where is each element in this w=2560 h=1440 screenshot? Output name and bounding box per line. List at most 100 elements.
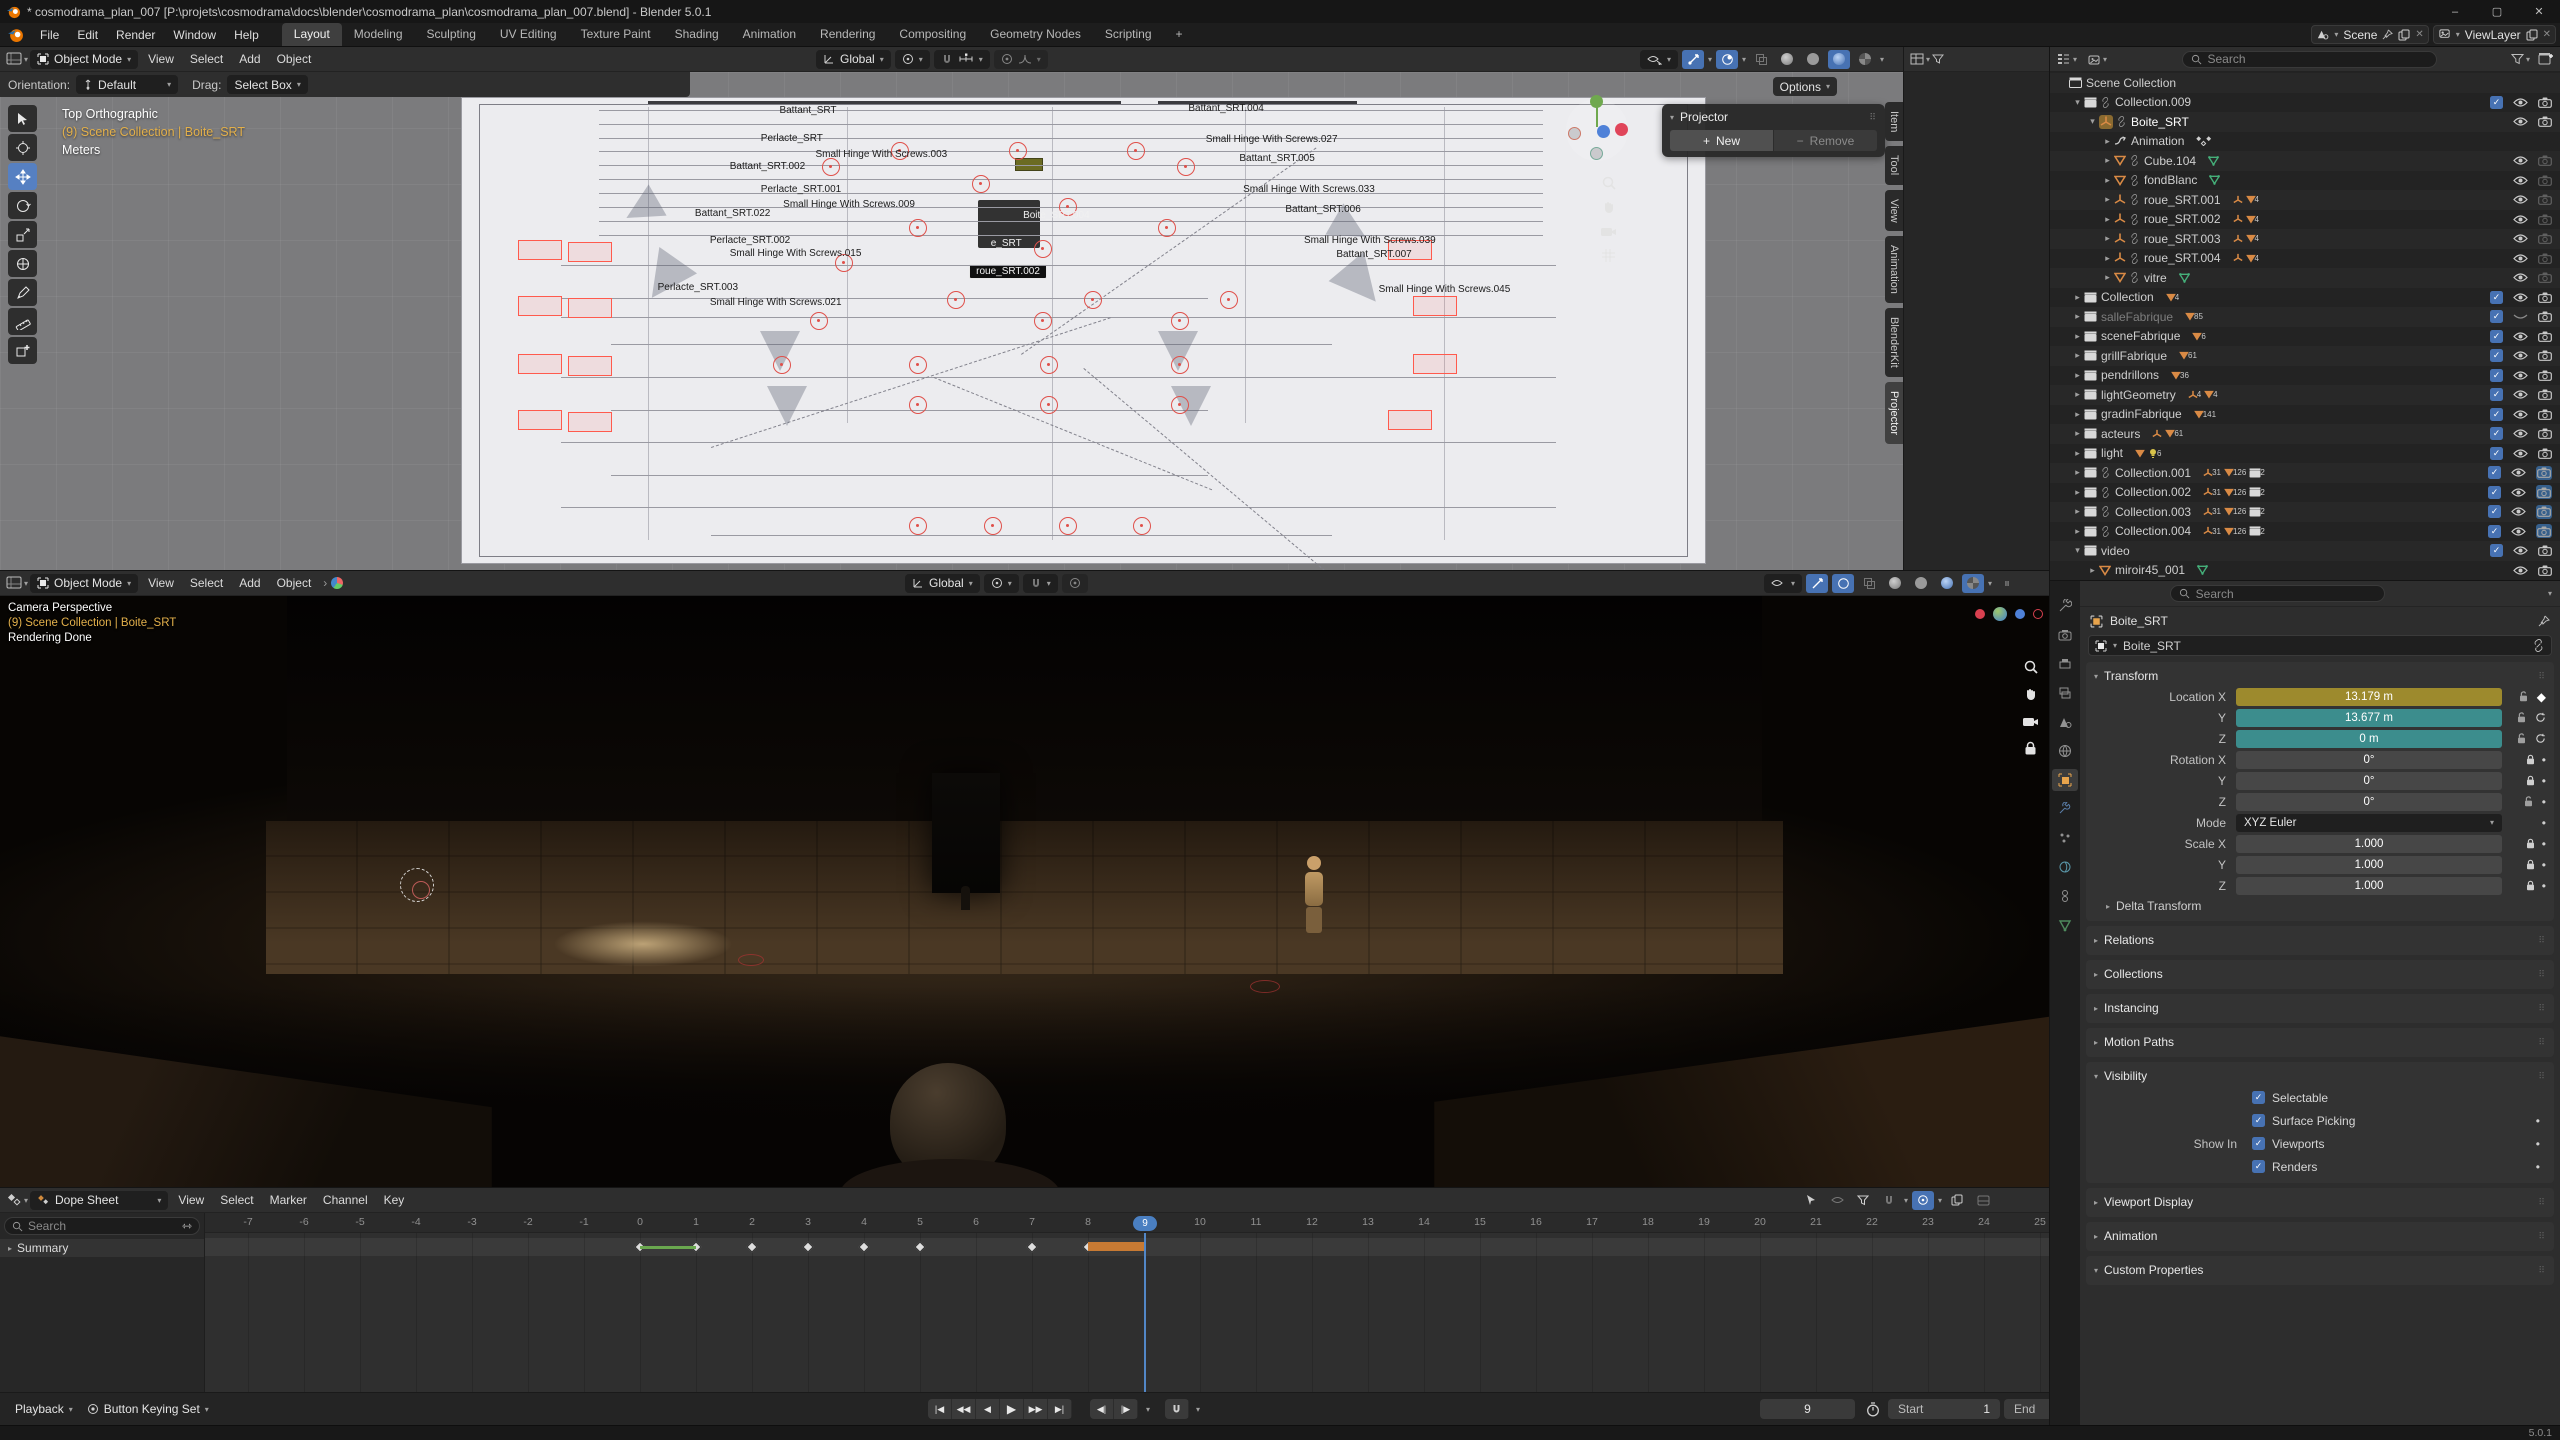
blender-menu-icon[interactable] [7, 26, 24, 43]
move-view-hand-icon[interactable] [1601, 200, 1617, 216]
pin-icon[interactable] [2382, 29, 2393, 40]
disable-render-camera-icon[interactable] [2538, 292, 2552, 303]
hide-viewport-eye-icon[interactable] [2513, 214, 2528, 225]
remove-viewlayer-icon[interactable]: ✕ [2543, 29, 2551, 40]
projector-new-button[interactable]: +New [1670, 130, 1773, 151]
filter-icon[interactable] [1932, 53, 1944, 65]
expand-icon[interactable]: ▸ [2071, 389, 2084, 400]
shading-solid-toggle[interactable] [1802, 50, 1824, 69]
tab-output[interactable] [2052, 653, 2078, 675]
disable-render-camera-icon[interactable] [2538, 428, 2552, 439]
custom-properties-panel[interactable]: ▾Custom Properties⠿ [2086, 1256, 2554, 1285]
hide-viewport-eye-icon[interactable] [2513, 370, 2528, 381]
proportional-edit-toggle[interactable] [1912, 1191, 1934, 1210]
hide-viewport-eye-icon[interactable] [2513, 116, 2528, 127]
hidden-eye-closed-icon[interactable] [2513, 311, 2528, 322]
gizmo-ball[interactable] [1993, 607, 2007, 621]
collections-panel[interactable]: ▸Collections⠿ [2086, 960, 2554, 989]
expand-icon[interactable]: ▸ [2071, 350, 2084, 361]
shading-solid-toggle[interactable] [1910, 574, 1932, 593]
hide-viewport-eye-icon[interactable] [2513, 233, 2528, 244]
collection-checkbox[interactable]: ✓ [2490, 291, 2503, 304]
outliner-row[interactable]: ▸Collection.002311262✓ [2050, 483, 2560, 503]
autokey-chevron-icon[interactable]: ▾ [1146, 1405, 1150, 1414]
workspace-tab-uv-editing[interactable]: UV Editing [488, 23, 569, 46]
play-button[interactable]: ▶ [1000, 1399, 1024, 1419]
outliner-row[interactable]: ▸Collection.003311262✓ [2050, 502, 2560, 522]
transform-panel-header[interactable]: ▾Transform⠿ [2086, 666, 2554, 686]
hide-viewport-eye-icon[interactable] [2513, 565, 2528, 576]
menu-key[interactable]: Key [376, 1190, 413, 1210]
lock-closed-icon[interactable] [2526, 838, 2535, 849]
workspace-tab-rendering[interactable]: Rendering [808, 23, 887, 46]
expand-icon[interactable]: ▸ [2071, 526, 2084, 537]
camera-view-icon[interactable] [2022, 715, 2039, 729]
lock-open-icon[interactable] [2517, 733, 2528, 744]
pivot-point-dropdown[interactable]: ▾ [895, 50, 930, 69]
disable-render-camera-icon[interactable] [2538, 233, 2552, 244]
sidebar-tab-projector[interactable]: Projector [1885, 382, 1903, 444]
mode-dropdown[interactable]: Object Mode ▾ [30, 50, 138, 69]
disable-render-camera-icon[interactable] [2538, 331, 2552, 342]
collection-checkbox[interactable]: ✓ [2490, 388, 2503, 401]
disable-render-camera-icon[interactable] [2538, 175, 2552, 186]
hide-viewport-eye-icon[interactable] [2513, 331, 2528, 342]
transform-value-field[interactable]: 0° [2236, 751, 2502, 769]
only-selected-toggle[interactable] [1800, 1191, 1822, 1210]
viewlayer-selector[interactable]: ▾ ViewLayer ✕ [2433, 25, 2556, 44]
zoom-icon[interactable] [2023, 659, 2039, 675]
disable-render-camera-icon[interactable] [2538, 409, 2552, 420]
mode-dropdown[interactable]: Object Mode ▾ [30, 574, 138, 593]
animated-cycle-icon[interactable] [2535, 733, 2546, 744]
transform-value-field[interactable]: 13.677 m [2236, 709, 2502, 727]
stopwatch-icon[interactable] [1866, 1402, 1880, 1417]
viewport-top-orthographic[interactable]: ▾ Object Mode ▾ ViewSelectAddObject Glob… [0, 47, 1903, 570]
expand-icon[interactable]: ▸ [2071, 487, 2084, 498]
collection-checkbox[interactable]: ✓ [2488, 525, 2501, 538]
filter-funnel-icon[interactable] [1852, 1191, 1874, 1210]
outliner-row[interactable]: ▸Cube.104 [2050, 151, 2560, 171]
hide-viewport-eye-icon[interactable] [2513, 409, 2528, 420]
collection-checkbox[interactable]: ✓ [2488, 486, 2501, 499]
collection-checkbox[interactable]: ✓ [2490, 427, 2503, 440]
animate-dot-icon[interactable]: • [2542, 816, 2546, 830]
outliner-row[interactable]: ▾video✓ [2050, 541, 2560, 561]
disable-render-camera-icon[interactable] [2538, 253, 2552, 264]
axis-x-positive[interactable] [1615, 123, 1628, 136]
overlays-chevron-icon[interactable]: ▾ [1742, 55, 1746, 64]
transform-orientation-dropdown[interactable]: Global ▾ [816, 50, 891, 69]
expand-icon[interactable]: ▸ [2101, 233, 2114, 244]
frame-start-field[interactable]: Start 1 [1888, 1399, 2000, 1419]
move-view-hand-icon[interactable] [2023, 687, 2039, 703]
show-overlays-toggle[interactable] [1832, 574, 1854, 593]
visibility-dropdown[interactable]: ▾ [1640, 50, 1678, 69]
motion-paths-panel[interactable]: ▸Motion Paths⠿ [2086, 1028, 2554, 1057]
visibility-checkbox[interactable]: ✓ [2252, 1160, 2265, 1173]
collection-checkbox[interactable]: ✓ [2490, 330, 2503, 343]
jump-start-button[interactable]: |◀ [928, 1399, 952, 1419]
new-collection-icon[interactable] [2538, 52, 2554, 66]
projector-collapse-icon[interactable]: ▾ [1670, 113, 1674, 122]
transform-value-field[interactable]: 1.000 [2236, 877, 2502, 895]
autokey-record-icon[interactable] [1165, 1399, 1189, 1419]
menu-edit[interactable]: Edit [68, 25, 107, 45]
disable-render-camera-icon[interactable] [2538, 116, 2552, 127]
sidebar-tab-animation[interactable]: Animation [1885, 236, 1903, 303]
menu-marker[interactable]: Marker [262, 1190, 315, 1210]
outliner-row[interactable]: ▸light6✓ [2050, 444, 2560, 464]
transform-value-field[interactable]: XYZ Euler▾ [2236, 814, 2502, 832]
pin-icon[interactable] [2538, 615, 2550, 627]
outliner-row[interactable]: ▸roue_SRT.0044 [2050, 249, 2560, 269]
disable-render-camera-icon[interactable] [2538, 155, 2552, 166]
outliner-row[interactable]: ▾Boite_SRT [2050, 112, 2560, 132]
axis-x-ball[interactable] [1975, 609, 1985, 619]
timeline-ruler[interactable]: -7-6-5-4-3-2-101234567891011121314151617… [205, 1213, 2049, 1233]
expand-icon[interactable]: ▸ [2071, 428, 2084, 439]
tab-particles[interactable] [2052, 827, 2078, 849]
outliner-row[interactable]: ▸Collection.001311262✓ [2050, 463, 2560, 483]
outliner-row[interactable]: ▸lightGeometry44✓ [2050, 385, 2560, 405]
animation-panel[interactable]: ▸Animation⠿ [2086, 1222, 2554, 1251]
playback-dropdown[interactable]: Playback▾ [8, 1400, 80, 1419]
sidebar-tab-item[interactable]: Item [1885, 102, 1903, 141]
animate-dot-icon[interactable]: • [2542, 753, 2546, 767]
